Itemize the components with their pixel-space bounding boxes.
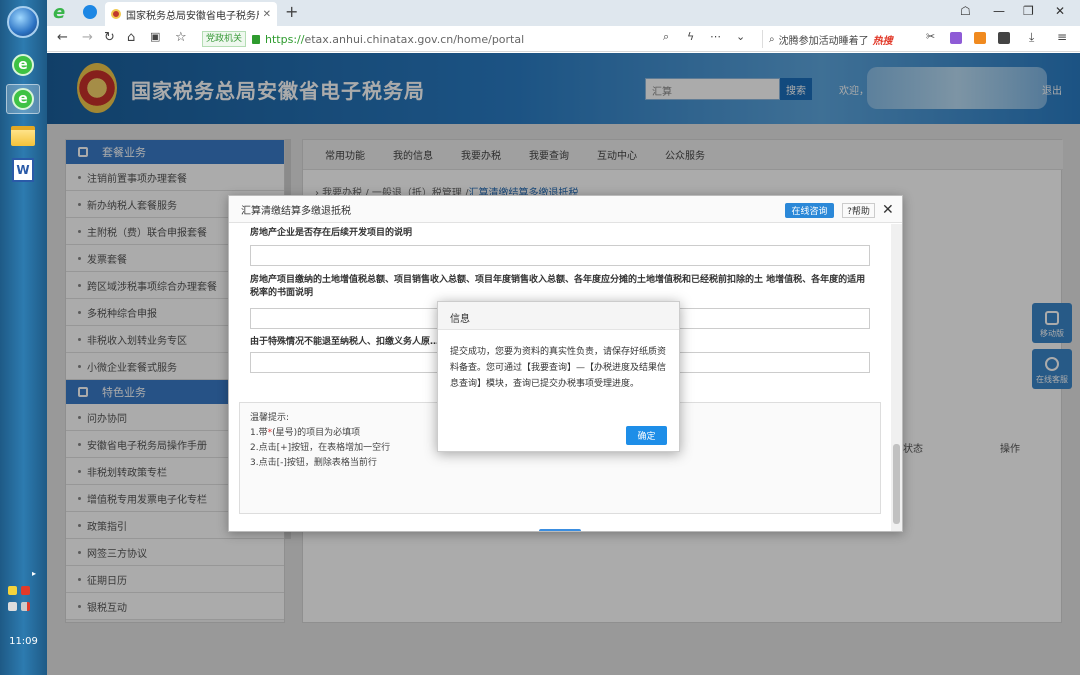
close-window-button[interactable]: ✕ (1055, 4, 1065, 18)
shield-icon[interactable] (83, 5, 97, 19)
tip-text: 1.带 (250, 428, 268, 438)
tray-app-icon[interactable] (8, 586, 17, 595)
folder-icon (11, 126, 35, 146)
search-page-icon[interactable]: ⌕ (663, 30, 669, 44)
tray-network-icon[interactable] (21, 586, 30, 595)
download-icon[interactable]: ⤓ (1029, 30, 1034, 45)
lock-icon (252, 34, 261, 44)
search-icon: ⌕ (769, 33, 775, 45)
gov-badge: 党政机关 (202, 31, 247, 47)
url-text: etax.anhui.chinatax.gov.cn/home/portal (304, 32, 525, 46)
url-scheme: https:// (265, 32, 305, 46)
maximize-button[interactable]: ❐ (1023, 4, 1034, 18)
favorite-star-icon[interactable]: ☆ (175, 30, 187, 45)
close-tab-icon[interactable]: ✕ (263, 9, 271, 20)
browser-logo-icon[interactable]: e (53, 2, 65, 23)
scissors-icon[interactable]: ✂ (926, 30, 935, 43)
tax-emblem-favicon-icon (111, 9, 121, 19)
hot-search-label: 热搜 (872, 35, 893, 47)
tab-bar: e 国家税务总局安徽省电子税务局 ✕ + ☖ — ❐ ✕ (47, 0, 1080, 26)
menu-icon[interactable]: ≡ (1057, 30, 1067, 44)
new-tab-button[interactable]: + (285, 2, 298, 21)
minimize-button[interactable]: — (993, 4, 1005, 18)
back-icon[interactable]: ← (57, 30, 68, 45)
online-consult-label: 在线咨询 (791, 207, 828, 217)
home-icon[interactable]: ⌂ (127, 30, 135, 45)
windows-taskbar: e e W ▸ 11:09 (0, 0, 47, 675)
briefcase-icon[interactable]: ▣ (150, 30, 160, 43)
help-button[interactable]: ?帮助 (842, 203, 875, 218)
info-message: 提交成功，您要为资料的真实性负责，请保存好纸质资料备查。您可通过【我要查询】—【… (450, 347, 667, 389)
apps-grid-icon[interactable] (998, 32, 1010, 44)
tip-text: (星号)的项目为必填项 (272, 428, 361, 438)
game-icon[interactable] (974, 32, 986, 44)
answer-input[interactable] (250, 245, 870, 266)
question-label: 房地产企业是否存在后续开发项目的说明 (250, 228, 413, 238)
ie-icon: e (12, 54, 34, 76)
tray-display-icon[interactable] (8, 602, 17, 611)
chevron-down-icon[interactable]: ⌄ (736, 30, 745, 43)
dialog-title: 汇算清缴结算多缴退抵税 (241, 205, 351, 217)
system-tray (6, 584, 42, 616)
taskbar-app-word[interactable]: W (6, 155, 40, 185)
browser-toolbar: ← → ↻ ⌂ ▣ ☆ 党政机关 https:// etax.anhui.chi… (47, 26, 1080, 52)
extension-icon[interactable] (950, 32, 962, 44)
portal-page: 国家税务总局安徽省电子税务局 汇算 搜索 欢迎， 退出 套餐业务 注销前置事项办… (47, 53, 1080, 675)
confirm-button[interactable]: 确定 (626, 426, 667, 445)
pin-icon[interactable]: ☖ (960, 4, 971, 18)
refresh-icon[interactable]: ↻ (104, 30, 115, 45)
info-popup: 信息 提交成功，您要为资料的真实性负责，请保存好纸质资料备查。您可通过【我要查询… (437, 301, 680, 452)
browser-search-input[interactable]: ⌕ 沈腾参加活动睡着了 热搜 (762, 30, 922, 48)
save-button[interactable]: 保存 (539, 529, 581, 531)
word-icon: W (12, 158, 34, 182)
tray-volume-icon[interactable] (21, 602, 30, 611)
tray-expand-icon[interactable]: ▸ (32, 569, 36, 578)
taskbar-app-explorer[interactable] (6, 121, 40, 151)
start-button[interactable] (7, 6, 39, 38)
question-label: 房地产项目缴纳的土地增值税总额、项目销售收入总额、项目年度销售收入总额、各年度应… (250, 275, 866, 298)
taskbar-app-ie-active[interactable]: e (6, 84, 40, 114)
dialog-scrollbar[interactable] (891, 224, 902, 531)
lightning-icon[interactable]: ϟ (687, 30, 694, 43)
scrollbar-thumb[interactable] (893, 444, 900, 524)
info-title: 信息 (438, 302, 679, 330)
online-consult-button[interactable]: 在线咨询 (785, 203, 834, 218)
more-icon[interactable]: ⋯ (710, 30, 721, 43)
search-text: 沈腾参加活动睡着了 (778, 35, 869, 47)
taskbar-app-ie[interactable]: e (6, 50, 40, 80)
tab-title: 国家税务总局安徽省电子税务局 (126, 10, 259, 22)
forward-icon[interactable]: → (82, 30, 93, 45)
dialog-close-icon[interactable]: ✕ (882, 202, 894, 218)
ie-icon: e (12, 88, 34, 110)
address-bar[interactable]: 党政机关 https:// etax.anhui.chinatax.gov.cn… (202, 30, 782, 48)
browser-tab[interactable]: 国家税务总局安徽省电子税务局 ✕ (105, 2, 277, 26)
browser-window: e 国家税务总局安徽省电子税务局 ✕ + ☖ — ❐ ✕ ← → ↻ ⌂ ▣ ☆… (47, 0, 1080, 675)
clock[interactable]: 11:09 (0, 636, 47, 647)
tip-line: 3.点击[-]按钮，删除表格当前行 (250, 458, 377, 468)
